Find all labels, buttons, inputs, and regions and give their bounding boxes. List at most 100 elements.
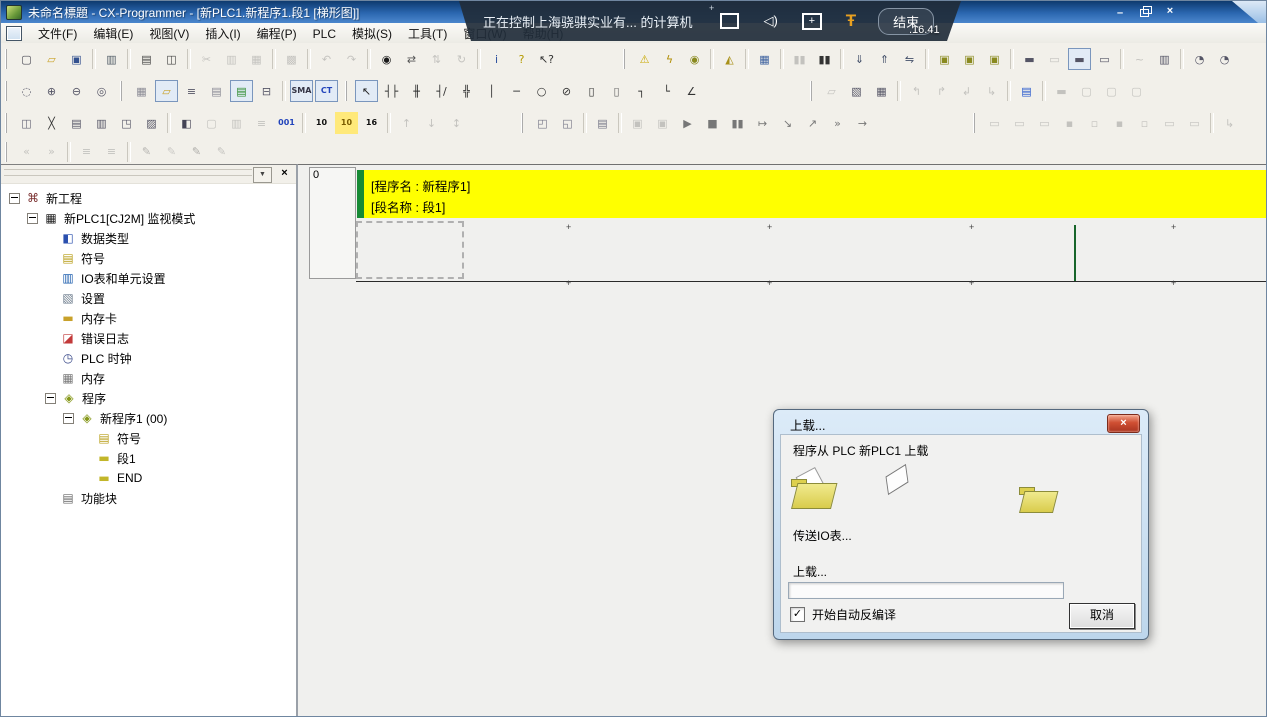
io-memory-3-button[interactable]: ▬ xyxy=(1068,48,1091,70)
tree-item-plc-clock[interactable]: ◷PLC 时钟 xyxy=(1,348,296,368)
io-comment-view-button[interactable]: ◧ xyxy=(175,112,198,134)
print-preview-button[interactable]: ◫ xyxy=(160,48,183,70)
tree-item-symbols[interactable]: ▤符号 xyxy=(1,248,296,268)
auto-online-button[interactable]: ◭ xyxy=(718,48,741,70)
binary-view-button[interactable]: 001 xyxy=(275,112,298,134)
tree-dropdown-button[interactable]: ▼ xyxy=(253,167,272,183)
pause-condition-button[interactable]: ▣ xyxy=(651,112,674,134)
menu-插入i[interactable]: 插入(I) xyxy=(197,25,248,43)
align-list-button[interactable]: ≡ xyxy=(75,141,98,163)
force-cancel-button[interactable]: ▪ xyxy=(1108,112,1131,134)
watch-window-button[interactable]: ▤ xyxy=(65,112,88,134)
tree-item-memory-card[interactable]: ▬内存卡 xyxy=(1,308,296,328)
zoom-out-button[interactable]: ⊖ xyxy=(65,80,88,102)
help-button[interactable]: ? xyxy=(510,48,533,70)
diff-step-button[interactable]: ▱ xyxy=(820,80,843,102)
goto-next-rung-button[interactable]: ↓ xyxy=(420,112,443,134)
tree-item-symbols[interactable]: ▤符号 xyxy=(1,428,296,448)
line-connect-button[interactable]: └ xyxy=(655,80,678,102)
pause-flag-button[interactable]: ▣ xyxy=(626,112,649,134)
info-button[interactable]: i xyxy=(485,48,508,70)
speaker-icon[interactable]: ◁) xyxy=(763,13,777,29)
watch-tab-3-button[interactable]: ▢ xyxy=(1100,80,1123,102)
tree-close-button[interactable]: × xyxy=(277,166,292,181)
tree-item-memory[interactable]: ▦内存 xyxy=(1,368,296,388)
menu-模拟s[interactable]: 模拟(S) xyxy=(344,25,400,43)
tree-item-function-blocks[interactable]: ▤功能块 xyxy=(1,488,296,508)
cancel-button[interactable]: 取消 xyxy=(1069,603,1135,629)
online-edit-cancel-button[interactable]: ▭ xyxy=(1033,112,1056,134)
auto-decompile-checkbox[interactable]: ✓ xyxy=(790,607,805,622)
online-search-button[interactable]: ◉ xyxy=(683,48,706,70)
expander-minus-icon[interactable] xyxy=(9,193,20,204)
remove-program-button[interactable]: ◱ xyxy=(556,112,579,134)
instruction-box-button[interactable]: ▯ xyxy=(580,80,603,102)
time-chart-button[interactable]: ▥ xyxy=(1153,48,1176,70)
show-symbol-comment-button[interactable]: ▱ xyxy=(155,80,178,102)
menu-编程p[interactable]: 编程(P) xyxy=(249,25,305,43)
nc-contact-button[interactable]: ┤/ xyxy=(430,80,453,102)
close-button[interactable]: × xyxy=(1162,4,1178,18)
dialog-close-button[interactable]: × xyxy=(1107,414,1140,433)
pause-button[interactable]: ▮▮ xyxy=(813,48,836,70)
multi-sheet-button[interactable]: ▧ xyxy=(845,80,868,102)
show-sma-button[interactable]: SMA xyxy=(290,80,313,102)
io-memory-1-button[interactable]: ▬ xyxy=(1018,48,1041,70)
watch-expression-button[interactable]: ▤ xyxy=(591,112,614,134)
online-edit-begin-button[interactable]: ▭ xyxy=(983,112,1006,134)
return-jump-button[interactable]: ↳ xyxy=(1218,112,1241,134)
paint-green-button[interactable]: ✎ xyxy=(160,141,183,163)
pause-simulator-button[interactable]: ▮▮ xyxy=(788,48,811,70)
closed-coil-button[interactable]: ⊘ xyxy=(555,80,578,102)
expander-minus-icon[interactable] xyxy=(63,413,74,424)
sim-pause-button[interactable]: ▮▮ xyxy=(726,112,749,134)
goto-prev-rung-button[interactable]: ↑ xyxy=(395,112,418,134)
calendar-view-button[interactable]: ▦ xyxy=(870,80,893,102)
force-on-button[interactable]: ▪ xyxy=(1058,112,1081,134)
sim-fast-forward-button[interactable]: » xyxy=(826,112,849,134)
clipboard-view-button[interactable]: ▥ xyxy=(225,112,248,134)
goto-rung-button[interactable]: ↕ xyxy=(445,112,468,134)
watch-tab-2-button[interactable]: ▢ xyxy=(1075,80,1098,102)
sim-run-button[interactable]: ▶ xyxy=(676,112,699,134)
compare-with-plc-button[interactable]: ⇋ xyxy=(898,48,921,70)
force-off-button[interactable]: ▫ xyxy=(1083,112,1106,134)
expander-minus-icon[interactable] xyxy=(27,213,38,224)
download-to-plc-button[interactable]: ⇓ xyxy=(848,48,871,70)
align-top-button[interactable]: ≡ xyxy=(100,141,123,163)
work-online-button[interactable]: ϟ xyxy=(658,48,681,70)
zoom-in-button[interactable]: ⊕ xyxy=(40,80,63,102)
online-edit-send-button[interactable]: ▭ xyxy=(1008,112,1031,134)
cycle-time-1-button[interactable]: ◔ xyxy=(1188,48,1211,70)
set-value-button[interactable]: ▫ xyxy=(1133,112,1156,134)
io-memory-2-button[interactable]: ▭ xyxy=(1043,48,1066,70)
tree-item-section[interactable]: ▬段1 xyxy=(1,448,296,468)
decimal-display-button[interactable]: 10 xyxy=(310,112,333,134)
vertical-line-button[interactable]: │ xyxy=(480,80,503,102)
menu-编辑e[interactable]: 编辑(E) xyxy=(85,25,141,43)
redo-button[interactable]: ↷ xyxy=(340,48,363,70)
insert-program-button[interactable]: ◰ xyxy=(531,112,554,134)
cut-button[interactable]: ✂ xyxy=(195,48,218,70)
addr-ref-up-button[interactable]: ↳ xyxy=(980,80,1003,102)
sim-step-over-button[interactable]: ↗ xyxy=(801,112,824,134)
compile-check-button[interactable]: ▥ xyxy=(100,48,123,70)
remote-tool-icon[interactable]: Ŧ xyxy=(846,14,856,28)
indent-left-button[interactable]: « xyxy=(15,141,38,163)
inverted-instruction-button[interactable]: ▯ xyxy=(605,80,628,102)
menu-plc[interactable]: PLC xyxy=(305,25,344,43)
addr-ref-back-button[interactable]: ↰ xyxy=(905,80,928,102)
paint-blue-button[interactable]: ✎ xyxy=(185,141,208,163)
menu-文件f[interactable]: 文件(F) xyxy=(30,25,85,43)
hex-display-button[interactable]: 16 xyxy=(360,112,383,134)
restore-button[interactable] xyxy=(1137,4,1153,18)
show-ct-view-button[interactable]: CT xyxy=(315,80,338,102)
monitor-resume-button[interactable]: ▭ xyxy=(1183,112,1206,134)
no-contact-button[interactable]: ┤├ xyxy=(380,80,403,102)
list-view-button[interactable]: ≡ xyxy=(250,112,273,134)
show-grid-button[interactable]: ▦ xyxy=(130,80,153,102)
expander-minus-icon[interactable] xyxy=(45,393,56,404)
mallet-tool-button[interactable]: ╳ xyxy=(40,112,63,134)
addr-ref-down-button[interactable]: ↲ xyxy=(955,80,978,102)
zoom-small-button[interactable]: ◌ xyxy=(15,80,38,102)
